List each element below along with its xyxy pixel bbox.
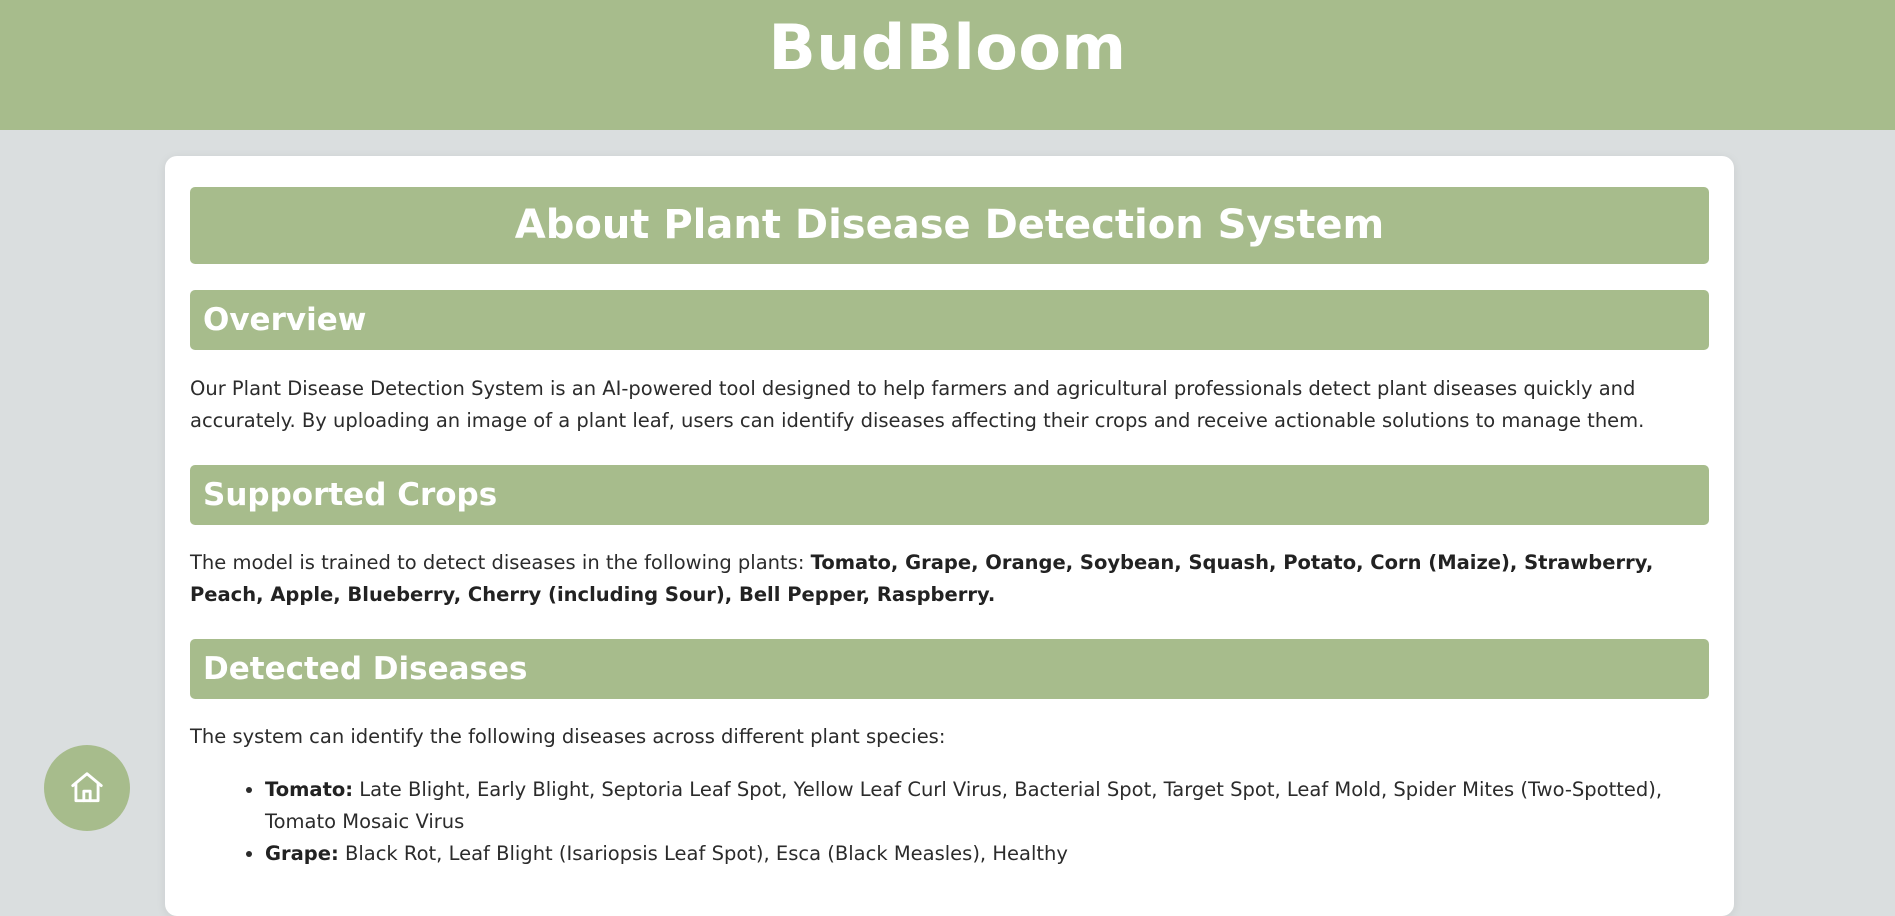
detected-diseases-heading: Detected Diseases	[190, 639, 1709, 699]
list-item: Tomato: Late Blight, Early Blight, Septo…	[265, 774, 1735, 838]
page-title: About Plant Disease Detection System	[190, 187, 1709, 264]
home-button[interactable]	[44, 745, 130, 831]
crop-name: Grape:	[265, 842, 339, 865]
crop-name: Tomato:	[265, 778, 354, 801]
content-card: About Plant Disease Detection System Ove…	[165, 156, 1734, 916]
list-item: Grape: Black Rot, Leaf Blight (Isariopsi…	[265, 838, 1735, 870]
crop-diseases: Black Rot, Leaf Blight (Isariopsis Leaf …	[338, 842, 1068, 865]
crop-diseases: Late Blight, Early Blight, Septoria Leaf…	[265, 778, 1663, 833]
site-header: BudBloom	[0, 0, 1895, 130]
home-icon	[71, 772, 103, 803]
supported-crops-text: The model is trained to detect diseases …	[190, 547, 1709, 611]
overview-heading: Overview	[190, 290, 1709, 350]
supported-crops-intro: The model is trained to detect diseases …	[190, 551, 811, 574]
brand-title: BudBloom	[768, 11, 1127, 84]
disease-list: Tomato: Late Blight, Early Blight, Septo…	[190, 774, 1735, 870]
overview-text: Our Plant Disease Detection System is an…	[190, 377, 1645, 432]
supported-crops-heading: Supported Crops	[190, 465, 1709, 525]
detected-diseases-intro: The system can identify the following di…	[190, 725, 946, 748]
